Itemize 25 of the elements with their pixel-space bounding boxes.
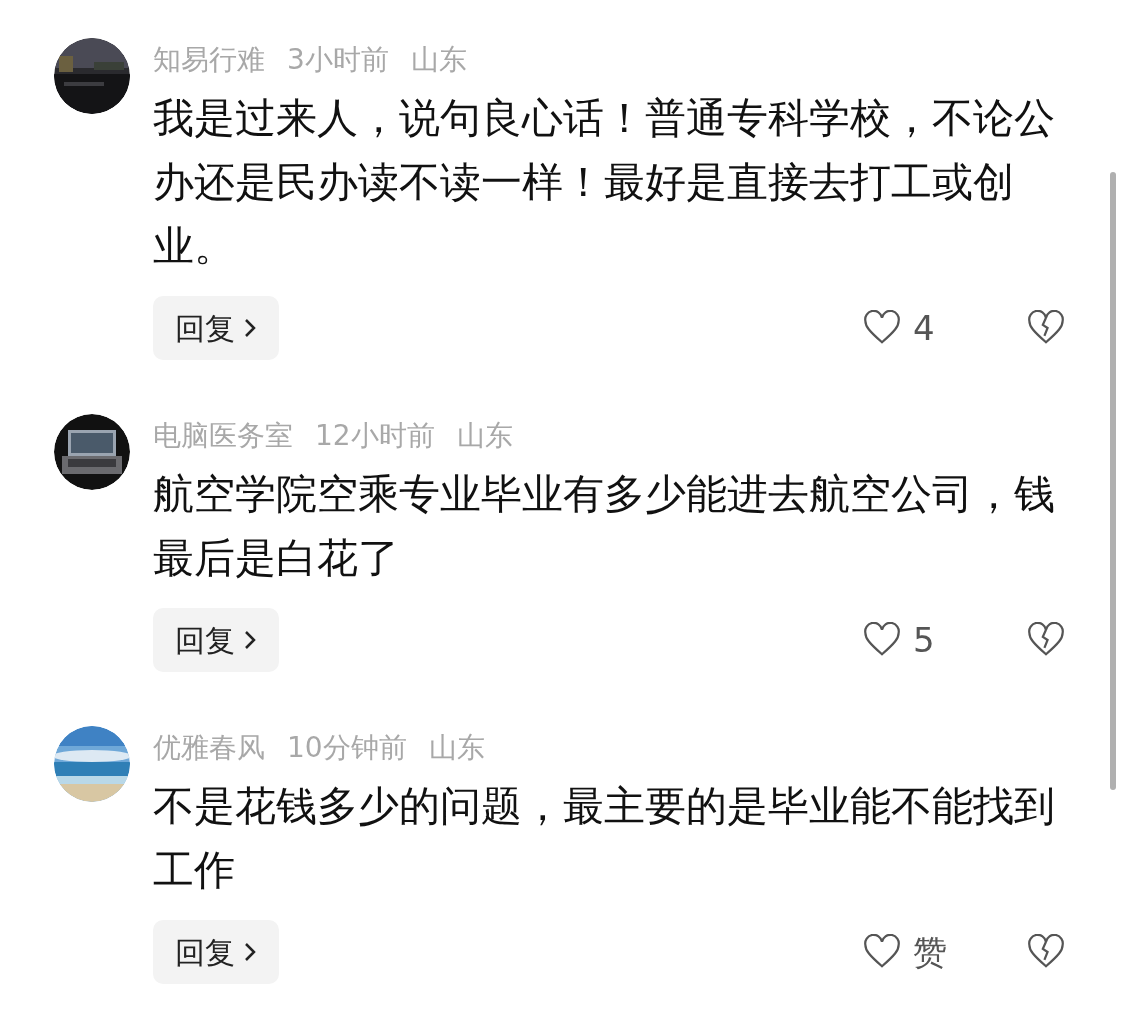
chevron-right-icon xyxy=(243,629,257,651)
broken-heart-icon[interactable] xyxy=(1027,622,1065,658)
like-count: 4 xyxy=(913,306,935,350)
scrollbar[interactable] xyxy=(1110,172,1116,790)
broken-heart-icon[interactable] xyxy=(1027,934,1065,970)
reply-button[interactable]: 回复 xyxy=(153,920,279,984)
chevron-right-icon xyxy=(243,941,257,963)
post-time: 10分钟前 xyxy=(287,730,407,766)
comment-text: 不是花钱多少的问题，最主要的是毕业能不能找到工作 xyxy=(153,781,1056,896)
heart-icon[interactable] xyxy=(863,310,901,346)
comment-text: 航空学院空乘专业毕业有多少能进去航空公司，钱最后是白花了 xyxy=(153,469,1056,584)
heart-icon[interactable] xyxy=(863,622,901,658)
post-time: 3小时前 xyxy=(287,42,389,78)
reply-button[interactable]: 回复 xyxy=(153,608,279,672)
broken-heart-icon[interactable] xyxy=(1027,310,1065,346)
heart-icon[interactable] xyxy=(863,934,901,970)
comment-text: 我是过来人，说句良心话！普通专科学校，不论公办还是民办读不读一样！最好是直接去打工或创业。 xyxy=(153,93,1056,272)
like-count: 5 xyxy=(913,618,935,662)
like-count: 赞 xyxy=(913,930,947,974)
location: 山东 xyxy=(456,418,513,454)
reply-button[interactable]: 回复 xyxy=(153,296,279,360)
chevron-right-icon xyxy=(243,317,257,339)
location: 山东 xyxy=(428,730,485,766)
location: 山东 xyxy=(410,42,467,78)
post-time: 12小时前 xyxy=(315,418,435,454)
